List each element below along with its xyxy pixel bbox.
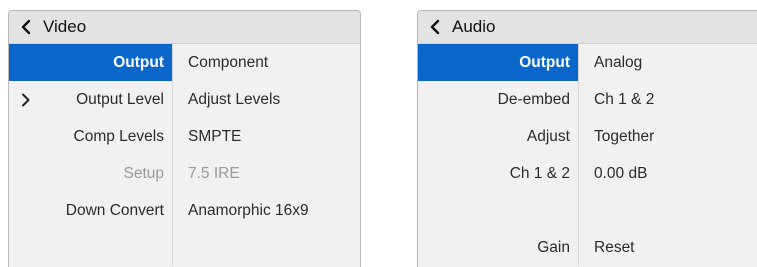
empty-cell <box>578 192 594 229</box>
audio-title: Audio <box>452 17 496 36</box>
setting-value[interactable]: Together <box>578 118 654 155</box>
setting-value[interactable]: Adjust Levels <box>172 81 280 118</box>
chevron-left-icon[interactable] <box>428 19 446 35</box>
empty-cell <box>9 229 172 266</box>
setting-label: Output Level <box>76 90 164 108</box>
column-divider <box>578 44 579 266</box>
video-row-comp-levels[interactable]: Comp Levels SMPTE <box>9 118 360 155</box>
setting-label: Setup <box>123 164 164 182</box>
setting-value[interactable]: 0.00 dB <box>578 155 647 192</box>
setting-label: Gain <box>537 238 570 256</box>
setting-value: 7.5 IRE <box>188 164 240 182</box>
setting-label: De-embed <box>497 90 570 108</box>
setting-label: Comp Levels <box>73 127 164 145</box>
setting-label: Ch 1 & 2 <box>509 164 570 182</box>
video-panel: Video Output Component Output Level Adju… <box>8 10 361 267</box>
setting-value[interactable]: Component <box>172 44 268 81</box>
video-settings-list: Output Component Output Level Adjust Lev… <box>9 44 360 266</box>
audio-header[interactable]: Audio <box>418 11 757 44</box>
setting-label: Adjust <box>526 127 570 145</box>
audio-row-adjust[interactable]: Adjust Together <box>418 118 757 155</box>
audio-row-output[interactable]: Output Analog <box>418 44 757 81</box>
empty-cell <box>418 192 578 229</box>
audio-row-de-embed[interactable]: De-embed Ch 1 & 2 <box>418 81 757 118</box>
setting-value[interactable]: SMPTE <box>172 118 241 155</box>
empty-row <box>9 229 360 266</box>
chevron-left-icon[interactable] <box>19 19 37 35</box>
audio-row-gain[interactable]: Gain Reset <box>418 229 757 266</box>
setting-value[interactable]: Ch 1 & 2 <box>578 81 654 118</box>
audio-panel: Audio Output Analog De-embed Ch 1 & 2 Ad… <box>417 10 757 267</box>
audio-row-ch12[interactable]: Ch 1 & 2 0.00 dB <box>418 155 757 192</box>
setting-label: Down Convert <box>65 201 164 219</box>
video-title: Video <box>43 17 87 36</box>
video-row-output-level[interactable]: Output Level Adjust Levels <box>9 81 360 118</box>
column-divider <box>172 44 173 266</box>
audio-settings-list: Output Analog De-embed Ch 1 & 2 Adjust T… <box>418 44 757 266</box>
empty-row <box>418 192 757 229</box>
setting-value[interactable]: Anamorphic 16x9 <box>172 192 309 229</box>
setting-label: Output <box>418 44 578 81</box>
empty-cell <box>172 229 188 266</box>
video-header[interactable]: Video <box>9 11 360 44</box>
setting-value[interactable]: Analog <box>578 44 642 81</box>
video-row-setup: Setup 7.5 IRE <box>9 155 360 192</box>
setting-label: Output <box>9 44 172 81</box>
video-row-down-convert[interactable]: Down Convert Anamorphic 16x9 <box>9 192 360 229</box>
reset-button[interactable]: Reset <box>578 229 635 266</box>
video-row-output[interactable]: Output Component <box>9 44 360 81</box>
setting-label-wrap: Output Level <box>9 81 172 118</box>
chevron-right-icon[interactable] <box>21 93 31 107</box>
